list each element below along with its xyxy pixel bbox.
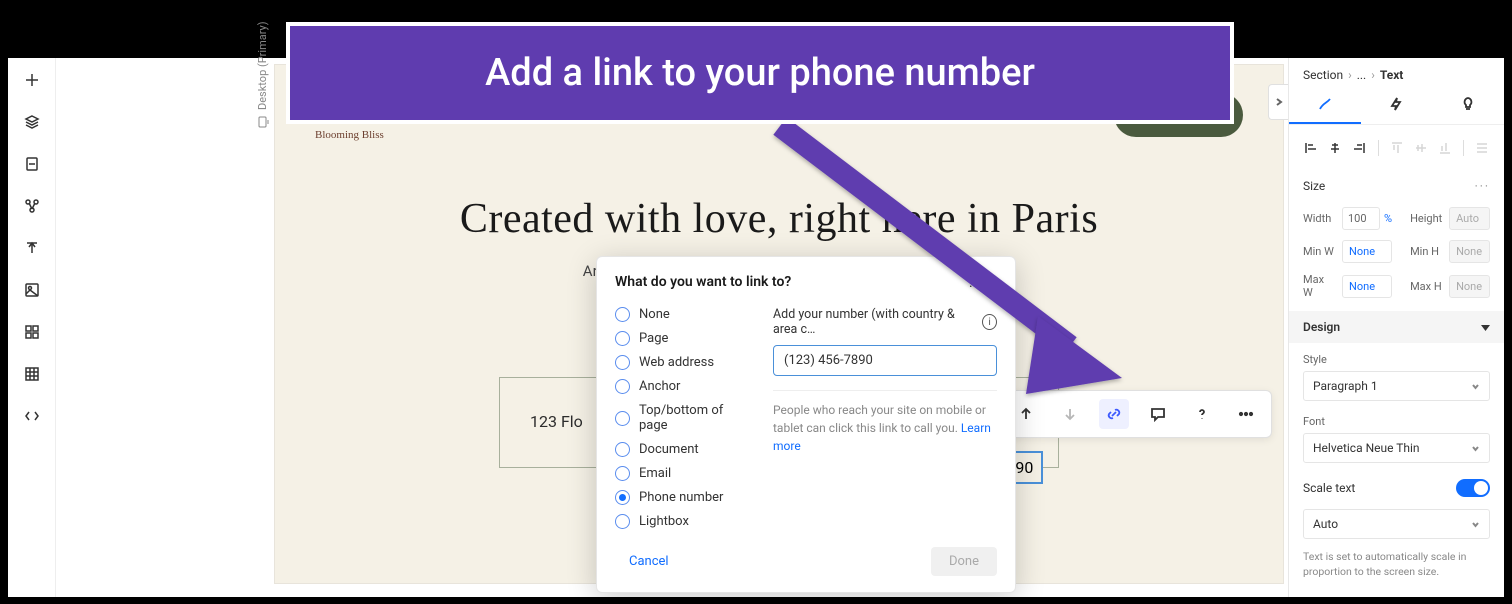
height-field[interactable]: HeightAuto xyxy=(1410,207,1490,230)
add-icon[interactable] xyxy=(24,72,40,92)
alignment-row xyxy=(1289,125,1504,171)
align-center-icon[interactable] xyxy=(1325,137,1345,159)
radio-none[interactable]: None xyxy=(615,307,755,322)
comment-icon[interactable] xyxy=(1143,399,1173,429)
font-select[interactable]: Helvetica Neue Thin xyxy=(1303,433,1490,463)
scale-hint: Text is set to automatically scale in pr… xyxy=(1289,543,1504,589)
apps-icon[interactable] xyxy=(24,324,40,344)
divider xyxy=(773,390,997,391)
link-dialog: What do you want to link to? ? ✕ None Pa… xyxy=(596,256,1016,593)
panel-collapse-toggle[interactable] xyxy=(1268,84,1288,120)
breadcrumb[interactable]: Section› ...› Text xyxy=(1289,58,1504,86)
font-label: Font xyxy=(1303,415,1490,428)
scale-text-toggle[interactable] xyxy=(1456,479,1490,497)
help-icon[interactable] xyxy=(1187,399,1217,429)
tab-design[interactable] xyxy=(1289,86,1361,124)
media-icon[interactable] xyxy=(24,282,40,302)
style-label: Style xyxy=(1303,353,1490,366)
dialog-title: What do you want to link to? xyxy=(615,274,791,290)
text-tool-icon[interactable] xyxy=(24,240,40,260)
layers-icon[interactable] xyxy=(24,114,40,134)
align-middle-icon[interactable] xyxy=(1411,137,1431,159)
tab-interactions[interactable] xyxy=(1361,86,1433,124)
align-left-icon[interactable] xyxy=(1301,137,1321,159)
done-button[interactable]: Done xyxy=(931,547,997,576)
link-type-list: None Page Web address Anchor Top/bottom … xyxy=(615,307,755,529)
device-label[interactable]: Desktop (Primary) xyxy=(256,21,269,128)
arrow-down-icon[interactable] xyxy=(1055,399,1085,429)
cancel-button[interactable]: Cancel xyxy=(615,547,683,576)
tutorial-banner: Add a link to your phone number xyxy=(286,22,1234,124)
more-icon[interactable] xyxy=(1231,399,1261,429)
data-icon[interactable] xyxy=(24,366,40,386)
phone-input[interactable] xyxy=(773,345,997,376)
radio-topbottom[interactable]: Top/bottom of page xyxy=(615,403,755,433)
design-section-head[interactable]: Design xyxy=(1289,311,1504,343)
hero-heading[interactable]: Created with love, right here in Paris xyxy=(315,195,1243,243)
connect-icon[interactable] xyxy=(24,198,40,218)
align-justify-icon[interactable] xyxy=(1472,137,1492,159)
width-field[interactable]: Width100% xyxy=(1303,207,1392,230)
radio-anchor[interactable]: Anchor xyxy=(615,379,755,394)
link-icon[interactable] xyxy=(1099,399,1129,429)
minh-field[interactable]: Min HNone xyxy=(1410,240,1490,263)
page-icon[interactable] xyxy=(24,156,40,176)
left-tool-rail xyxy=(8,58,56,597)
scale-mode-select[interactable]: Auto xyxy=(1303,509,1490,539)
radio-lightbox[interactable]: Lightbox xyxy=(615,514,755,529)
scale-text-label: Scale text xyxy=(1303,481,1355,495)
tab-ideas[interactable] xyxy=(1432,86,1504,124)
align-bottom-icon[interactable] xyxy=(1435,137,1455,159)
canvas-area: Desktop (Primary) Blooming Bliss Hom Con… xyxy=(56,58,1288,597)
inspector-panel: Section› ...› Text Size··· Width100% Hei… xyxy=(1288,58,1504,597)
maxw-field[interactable]: Max WNone xyxy=(1303,273,1392,299)
radio-page[interactable]: Page xyxy=(615,331,755,346)
dialog-help-icon[interactable]: ? xyxy=(967,273,974,291)
info-icon[interactable]: i xyxy=(982,314,997,330)
radio-web[interactable]: Web address xyxy=(615,355,755,370)
help-text: People who reach your site on mobile or … xyxy=(773,401,997,455)
size-section-head[interactable]: Size··· xyxy=(1289,171,1504,201)
phone-input-label: Add your number (with country & area c… … xyxy=(773,307,997,337)
logo-text: Blooming Bliss xyxy=(315,129,384,141)
radio-phone[interactable]: Phone number xyxy=(615,490,755,505)
radio-document[interactable]: Document xyxy=(615,442,755,457)
code-icon[interactable] xyxy=(24,408,40,428)
panel-tabs xyxy=(1289,86,1504,125)
align-top-icon[interactable] xyxy=(1386,137,1406,159)
style-select[interactable]: Paragraph 1 xyxy=(1303,371,1490,401)
align-right-icon[interactable] xyxy=(1349,137,1369,159)
minw-field[interactable]: Min WNone xyxy=(1303,240,1392,263)
radio-email[interactable]: Email xyxy=(615,466,755,481)
maxh-field[interactable]: Max HNone xyxy=(1410,273,1490,299)
